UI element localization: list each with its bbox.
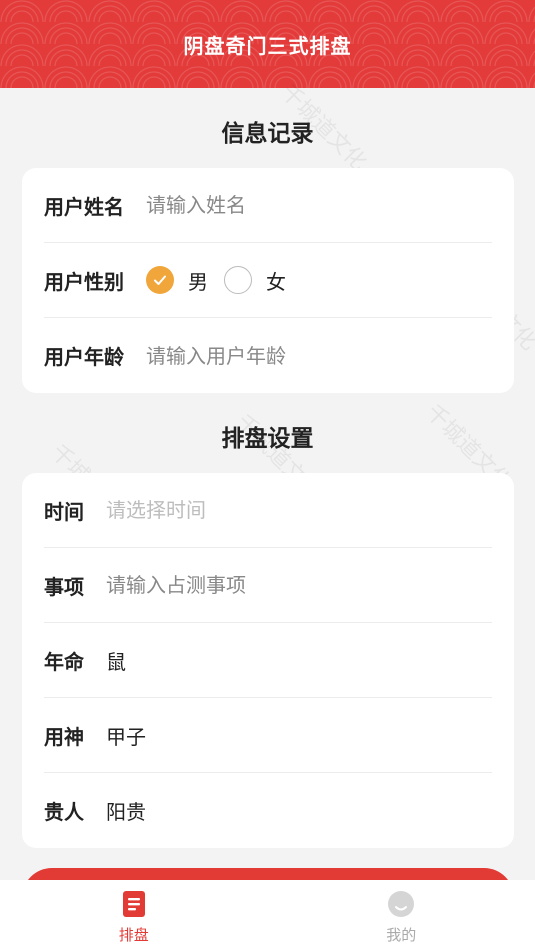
page-title: 阴盘奇门三式排盘 xyxy=(183,34,352,58)
age-row: 用户年龄 xyxy=(44,318,492,393)
tab-mine[interactable]: 我的 xyxy=(268,880,535,951)
gender-row: 用户性别 男 女 xyxy=(44,243,492,318)
gender-female-label[interactable]: 女 xyxy=(266,266,286,295)
guiren-label: 贵人 xyxy=(44,800,84,824)
check-icon xyxy=(154,275,166,285)
guiren-row[interactable]: 贵人 阳贵 xyxy=(44,773,492,848)
guiren-value[interactable]: 阳贵 xyxy=(106,796,146,825)
matter-label: 事项 xyxy=(44,574,84,599)
gender-female-radio[interactable] xyxy=(224,266,252,294)
nianming-row[interactable]: 年命 鼠 xyxy=(44,623,492,698)
age-input[interactable] xyxy=(146,343,446,368)
tab-bar: 排盘 我的 xyxy=(0,880,535,951)
time-row[interactable]: 时间 xyxy=(44,473,492,548)
profile-icon xyxy=(388,891,415,917)
gender-male-label[interactable]: 男 xyxy=(188,266,208,295)
yongshen-value[interactable]: 甲子 xyxy=(106,721,146,750)
matter-row: 事项 xyxy=(44,548,492,623)
app-header: 阴盘奇门三式排盘 xyxy=(0,0,535,88)
name-input[interactable] xyxy=(146,193,446,217)
document-icon xyxy=(122,891,145,917)
time-picker[interactable] xyxy=(106,498,406,522)
nianming-value[interactable]: 鼠 xyxy=(106,646,126,675)
yongshen-label: 用神 xyxy=(44,724,84,749)
tab-label-mine: 我的 xyxy=(386,926,417,944)
info-section-title: 信息记录 xyxy=(221,121,314,147)
name-label: 用户姓名 xyxy=(44,194,124,219)
setting-section-title: 排盘设置 xyxy=(221,426,314,452)
gender-radio-group: 男 女 xyxy=(146,266,302,295)
name-row: 用户姓名 xyxy=(44,168,492,243)
gender-male-radio[interactable] xyxy=(146,266,174,294)
time-label: 时间 xyxy=(44,499,84,524)
tab-paipan[interactable]: 排盘 xyxy=(0,880,268,951)
setting-card: 时间 事项 年命 鼠 用神 甲子 贵人 阳贵 xyxy=(22,473,514,848)
matter-input[interactable] xyxy=(106,573,406,597)
tab-label-paipan: 排盘 xyxy=(118,926,149,944)
nianming-label: 年命 xyxy=(44,649,84,674)
info-card: 用户姓名 用户性别 男 女 用户年龄 xyxy=(22,168,514,393)
yongshen-row[interactable]: 用神 甲子 xyxy=(44,698,492,773)
gender-label: 用户性别 xyxy=(44,269,124,294)
age-label: 用户年龄 xyxy=(44,345,124,369)
